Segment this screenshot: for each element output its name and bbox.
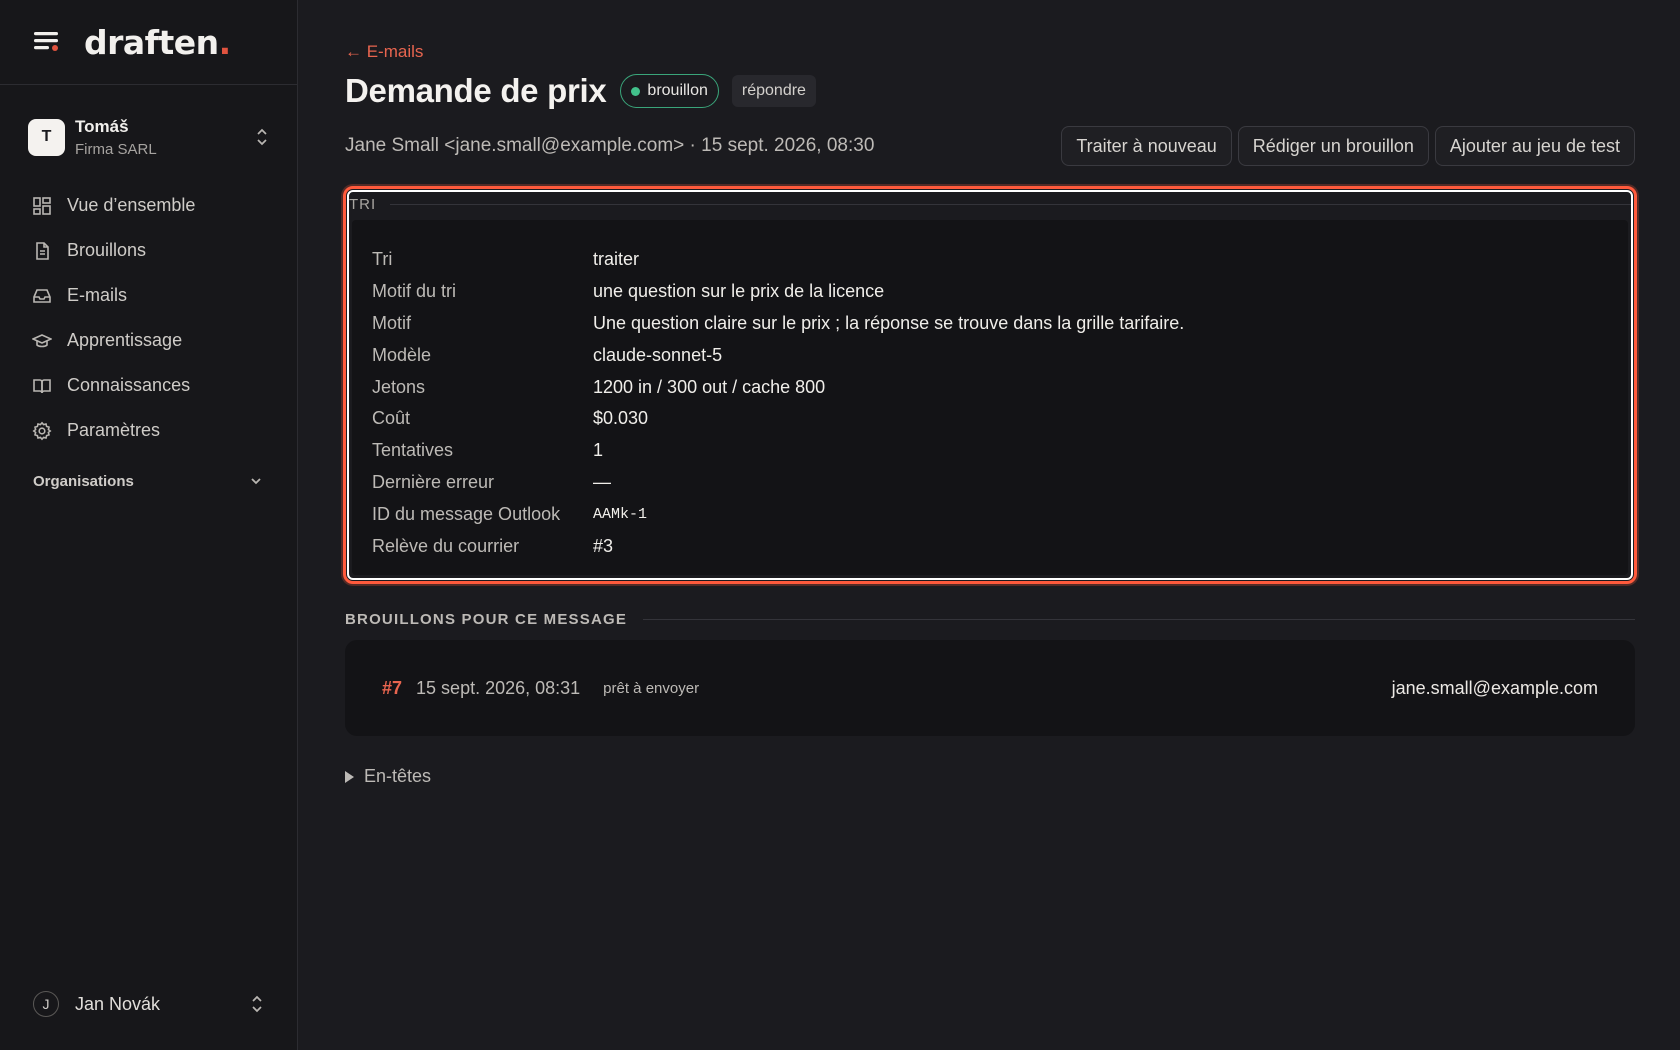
page-title: Demande de prix [345, 72, 607, 109]
nav-label: Brouillons [67, 240, 147, 260]
nav-item-drafts[interactable]: Brouillons [32, 228, 297, 273]
triage-row: Modèle claude-sonnet-5 [372, 344, 723, 365]
triage-row: Tri traiter [372, 249, 640, 270]
draft-id: #7 [382, 677, 403, 698]
draft-date: 15 sept. 2026, 08:31 [416, 677, 581, 698]
user-switcher[interactable]: J Jan Novák [0, 958, 298, 1050]
user-avatar: J [33, 991, 59, 1017]
divider [390, 203, 1631, 205]
organisations-label: Organisations [33, 472, 134, 490]
triage-row: ID du message Outlook AAMk-1 [372, 503, 648, 524]
triage-row: Motif Une question claire sur le prix ; l… [372, 312, 1185, 333]
chevron-down-icon [251, 478, 261, 485]
nav-item-learning[interactable]: Apprentissage [32, 318, 297, 363]
add-to-test-set-button[interactable]: Ajouter au jeu de test [1434, 126, 1635, 166]
book-icon [33, 378, 51, 393]
headers-toggle-label: En-têtes [364, 766, 432, 786]
nav-label: E-mails [67, 285, 128, 305]
reprocess-button[interactable]: Traiter à nouveau [1061, 126, 1232, 166]
nav-item-overview[interactable]: Vue d’ensemble [32, 183, 297, 228]
draft-recipient: jane.small@example.com [1391, 677, 1598, 698]
back-to-emails-link[interactable]: ← E-mails [345, 42, 423, 62]
status-dot-icon [631, 86, 641, 96]
divider [643, 618, 1635, 620]
nav-item-settings[interactable]: Paramètres [32, 408, 297, 453]
nav-item-knowledge[interactable]: Connaissances [32, 363, 297, 408]
nav-label: Apprentissage [67, 330, 183, 350]
organisations-toggle[interactable]: Organisations [0, 467, 297, 495]
drafts-heading: BROUILLONS POUR CE MESSAGE [345, 608, 1635, 630]
nav-label: Connaissances [67, 375, 191, 395]
chevron-updown-icon [257, 128, 267, 146]
status-badge-label: brouillon [647, 82, 708, 99]
draft-button[interactable]: Rédiger un brouillon [1237, 126, 1429, 166]
org-name: Tomáš [75, 116, 129, 136]
draft-status: prêt à envoyer [603, 679, 700, 697]
gear-icon [32, 421, 52, 440]
brand-bar: draften. [0, 0, 297, 85]
triage-details: Tri traiter Motif du tri une question sur … [352, 220, 1628, 575]
title-row: Demande de prix brouillon répondre [345, 72, 816, 110]
logo[interactable]: draften. [84, 23, 231, 62]
graduation-cap-icon [32, 333, 52, 347]
sender-and-date: Jane Small <jane.small@example.com> · 15… [345, 135, 875, 156]
chevron-updown-icon [252, 995, 262, 1013]
action-buttons: Traiter à nouveau Rédiger un brouillon A… [1061, 126, 1635, 166]
org-company: Firma SARL [75, 140, 157, 158]
triage-panel: TRI Tri traiter Motif du tri une question … [343, 186, 1637, 584]
nav-label: Paramètres [67, 420, 161, 440]
triage-row: Relève du courrier #3 [372, 535, 614, 556]
meta-row: Jane Small <jane.small@example.com> · 15… [345, 126, 1635, 166]
menu-icon[interactable] [32, 29, 62, 55]
triage-row: Tentatives 1 [372, 440, 604, 461]
user-name: Jan Novák [75, 993, 161, 1014]
org-avatar: T [28, 118, 65, 156]
triage-row: Motif du tri une question sur le prix de … [372, 281, 885, 302]
inbox-icon [33, 288, 51, 303]
triage-row: Jetons 1200 in / 300 out / cache 800 [372, 376, 826, 397]
intent-badge: répondre [731, 75, 816, 107]
headers-toggle[interactable]: En-têtes [345, 766, 431, 787]
triage-row: Dernière erreur — [372, 471, 611, 492]
sidebar: draften. T Tomáš Firma SARL Vue d’ensemb… [0, 0, 298, 1050]
grid-icon [33, 196, 51, 215]
main-nav: Vue d’ensemble Brouillons E-mails Appren… [0, 183, 297, 453]
status-badge: brouillon [620, 74, 719, 108]
triage-heading: TRI [349, 192, 1631, 216]
document-icon [36, 241, 49, 260]
draft-item[interactable]: #7 15 sept. 2026, 08:31 prêt à envoyer j… [345, 640, 1635, 736]
nav-label: Vue d’ensemble [67, 195, 196, 215]
caret-right-icon [345, 770, 354, 783]
org-switcher[interactable]: T Tomáš Firma SARL [0, 85, 297, 189]
nav-item-emails[interactable]: E-mails [32, 273, 297, 318]
triage-row: Coût $0.030 [372, 408, 649, 429]
